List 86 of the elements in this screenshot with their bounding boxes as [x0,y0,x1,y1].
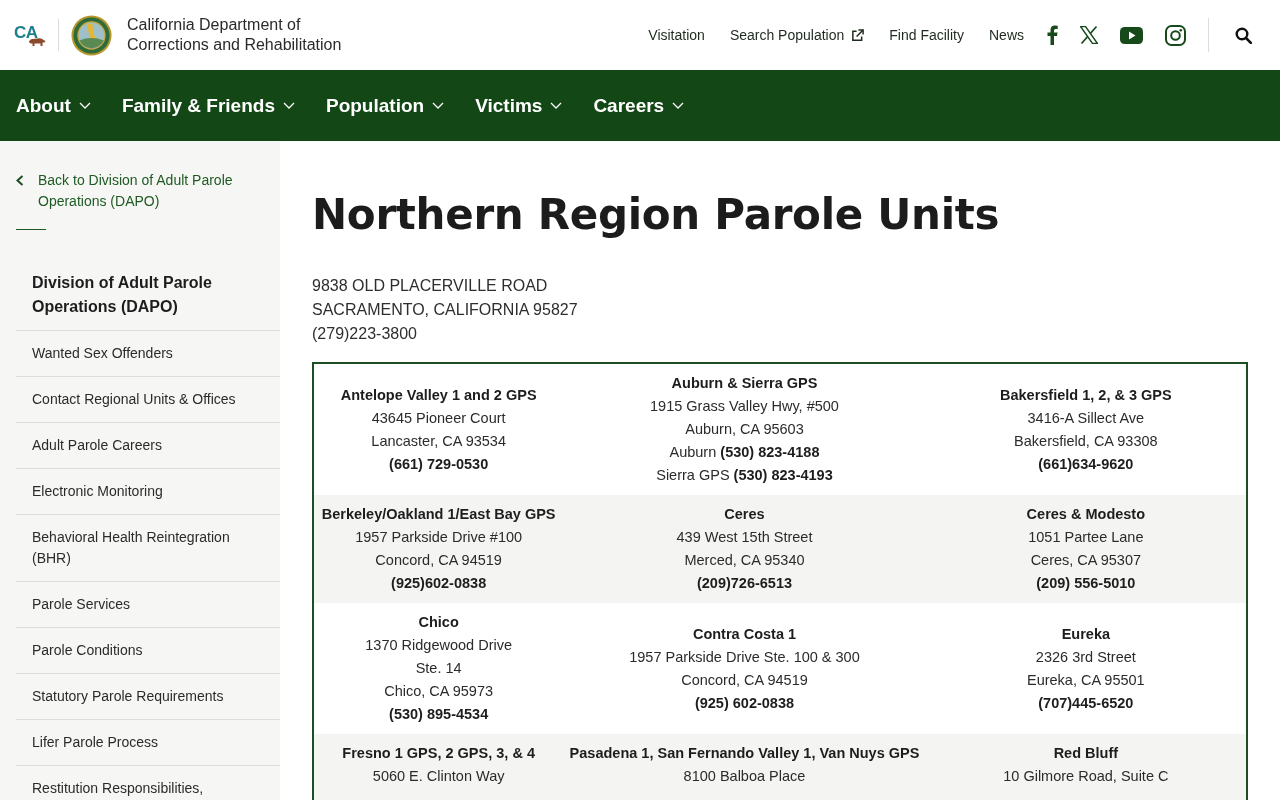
unit-name: Red Bluff [1053,744,1119,763]
address-line: 2326 3rd Street [1035,647,1136,667]
x-logo-icon[interactable] [1080,26,1098,44]
sidebar-link[interactable]: Adult Parole Careers [16,423,280,469]
seal-icon[interactable] [71,14,112,56]
address-line: Lancaster, CA 93534 [371,431,506,451]
bear-icon [28,36,46,46]
chevron-left-icon [16,175,24,186]
nav-menu-button[interactable]: Population [326,94,445,117]
phone-number: (661)634-9620 [1038,454,1134,474]
address-line: 10 Gilmore Road, Suite C [1003,767,1169,786]
logo-text[interactable]: CA [14,24,38,40]
header-link[interactable]: News [989,27,1024,43]
address-line: 439 West 15th Street [676,528,813,547]
unit-name: Bakersfield 1, 2, & 3 GPS [1000,385,1172,405]
address-line: 1051 Partee Lane [1028,528,1144,547]
nav-menu-button[interactable]: Victims [475,94,563,117]
sidebar-link[interactable]: Parole Services [16,582,280,628]
search-icon [1235,26,1252,44]
address-line: 43645 Pioneer Court [371,408,506,428]
address-line: Eureka, CA 95501 [1027,670,1145,690]
unit-name: Antelope Valley 1 and 2 GPS [340,385,537,405]
chevron-down-icon [283,102,295,109]
sidebar-link[interactable]: Contact Regional Units & Offices [16,377,280,423]
address-line: 1370 Ridgewood Drive [365,636,512,655]
address-line: 1957 Parkside Drive Ste. 100 & 300 [629,647,860,667]
header-link[interactable]: Find Facility [889,27,964,43]
phone-number: (925) 602-0838 [694,693,795,713]
address-line: Auburn, CA 95603 [685,420,804,439]
nav-menu-button[interactable]: About [16,94,91,117]
unit-name: Auburn & Sierra GPS [671,374,818,393]
sidebar-link[interactable]: Electronic Monitoring [16,469,280,515]
address-line: Concord, CA 94519 [681,670,808,690]
address-line: 1957 Parkside Drive #100 [355,528,523,547]
nav-menu-button[interactable]: Family & Friends [121,94,295,117]
unit-name: Contra Costa 1 [692,624,797,644]
sidebar-link[interactable]: Wanted Sex Offenders [16,331,280,377]
external-link-icon [851,28,865,42]
page-title: Northern Region Parole Units [312,189,1001,241]
header-link[interactable]: Search Population [729,27,865,43]
address-line: 8100 Balboa Place [683,767,806,786]
address-line: 9838 OLD PLACERVILLE ROAD [312,276,548,296]
sidebar-link[interactable]: Lifer Parole Process [16,720,280,766]
address-line: SACRAMENTO, CALIFORNIA 95827 [312,300,578,320]
phone-number: (925)602-0838 [391,574,487,593]
address-line: Bakersfield, CA 93308 [1014,431,1158,451]
address-line: Ste. 14 [415,659,462,678]
address-line: 1915 Grass Valley Hwy, #500 [650,397,839,416]
address-line: 5060 E. Clinton Way [372,767,505,786]
chevron-down-icon [672,102,685,109]
unit-name: Fresno 1 GPS, 2 GPS, 3, & 4 [342,744,535,763]
address-line: Concord, CA 94519 [375,551,502,570]
sidebar-link[interactable]: Behavioral Health Reintegration (BHR) [16,515,280,582]
phone-number: (661) 729-0530 [389,454,489,474]
unit-name: Berkeley/Oakland 1/East Bay GPS [321,505,556,524]
header-link[interactable]: Visitation [648,27,705,43]
play-button-icon[interactable] [1120,26,1143,44]
agency-name[interactable]: California Department of Corrections and Rehabilitation [127,15,363,55]
camera-icon[interactable] [1165,24,1186,46]
unit-name: Chico [418,613,459,632]
chevron-down-icon [78,102,91,109]
sidebar-link[interactable]: Restitution Responsibilities, [16,766,280,800]
phone-number: (707)445-6520 [1038,693,1134,713]
back-link[interactable]: Back to Division of Adult Parole Operations (DAPO) [0,170,280,212]
search-button[interactable] [1235,26,1252,44]
address-line: Auburn (530) 823-4188 [669,443,820,462]
sidebar-link[interactable]: Statutory Parole Requirements [16,674,280,720]
address-line: 3416-A Sillect Ave [1027,408,1145,428]
chevron-down-icon [550,102,563,109]
sidebar-link[interactable]: Division of Adult Parole Operations (DAPO) [16,263,280,331]
phone-number: (530) 895-4534 [389,705,489,724]
unit-name: Pasadena 1, San Fernando Valley 1, Van Nuys GPS [569,744,920,763]
address-line: (279)223-3800 [312,324,417,344]
unit-name: Ceres [724,505,765,524]
address-line: Chico, CA 95973 [384,682,494,701]
phone-number: (209)726-6513 [696,574,793,593]
address-line: Sierra GPS (530) 823-4193 [656,466,833,485]
sidebar-link[interactable]: Parole Conditions [16,628,280,674]
address-line: Ceres, CA 95307 [1030,551,1142,570]
phone-number: (209) 556-5010 [1036,574,1136,593]
address-line: Merced, CA 95340 [684,551,805,570]
unit-name: Eureka [1061,624,1111,644]
nav-menu-button[interactable]: Careers [593,94,685,117]
unit-name: Ceres & Modesto [1026,505,1146,524]
facebook-icon[interactable] [1047,25,1058,45]
chevron-down-icon [432,102,445,109]
